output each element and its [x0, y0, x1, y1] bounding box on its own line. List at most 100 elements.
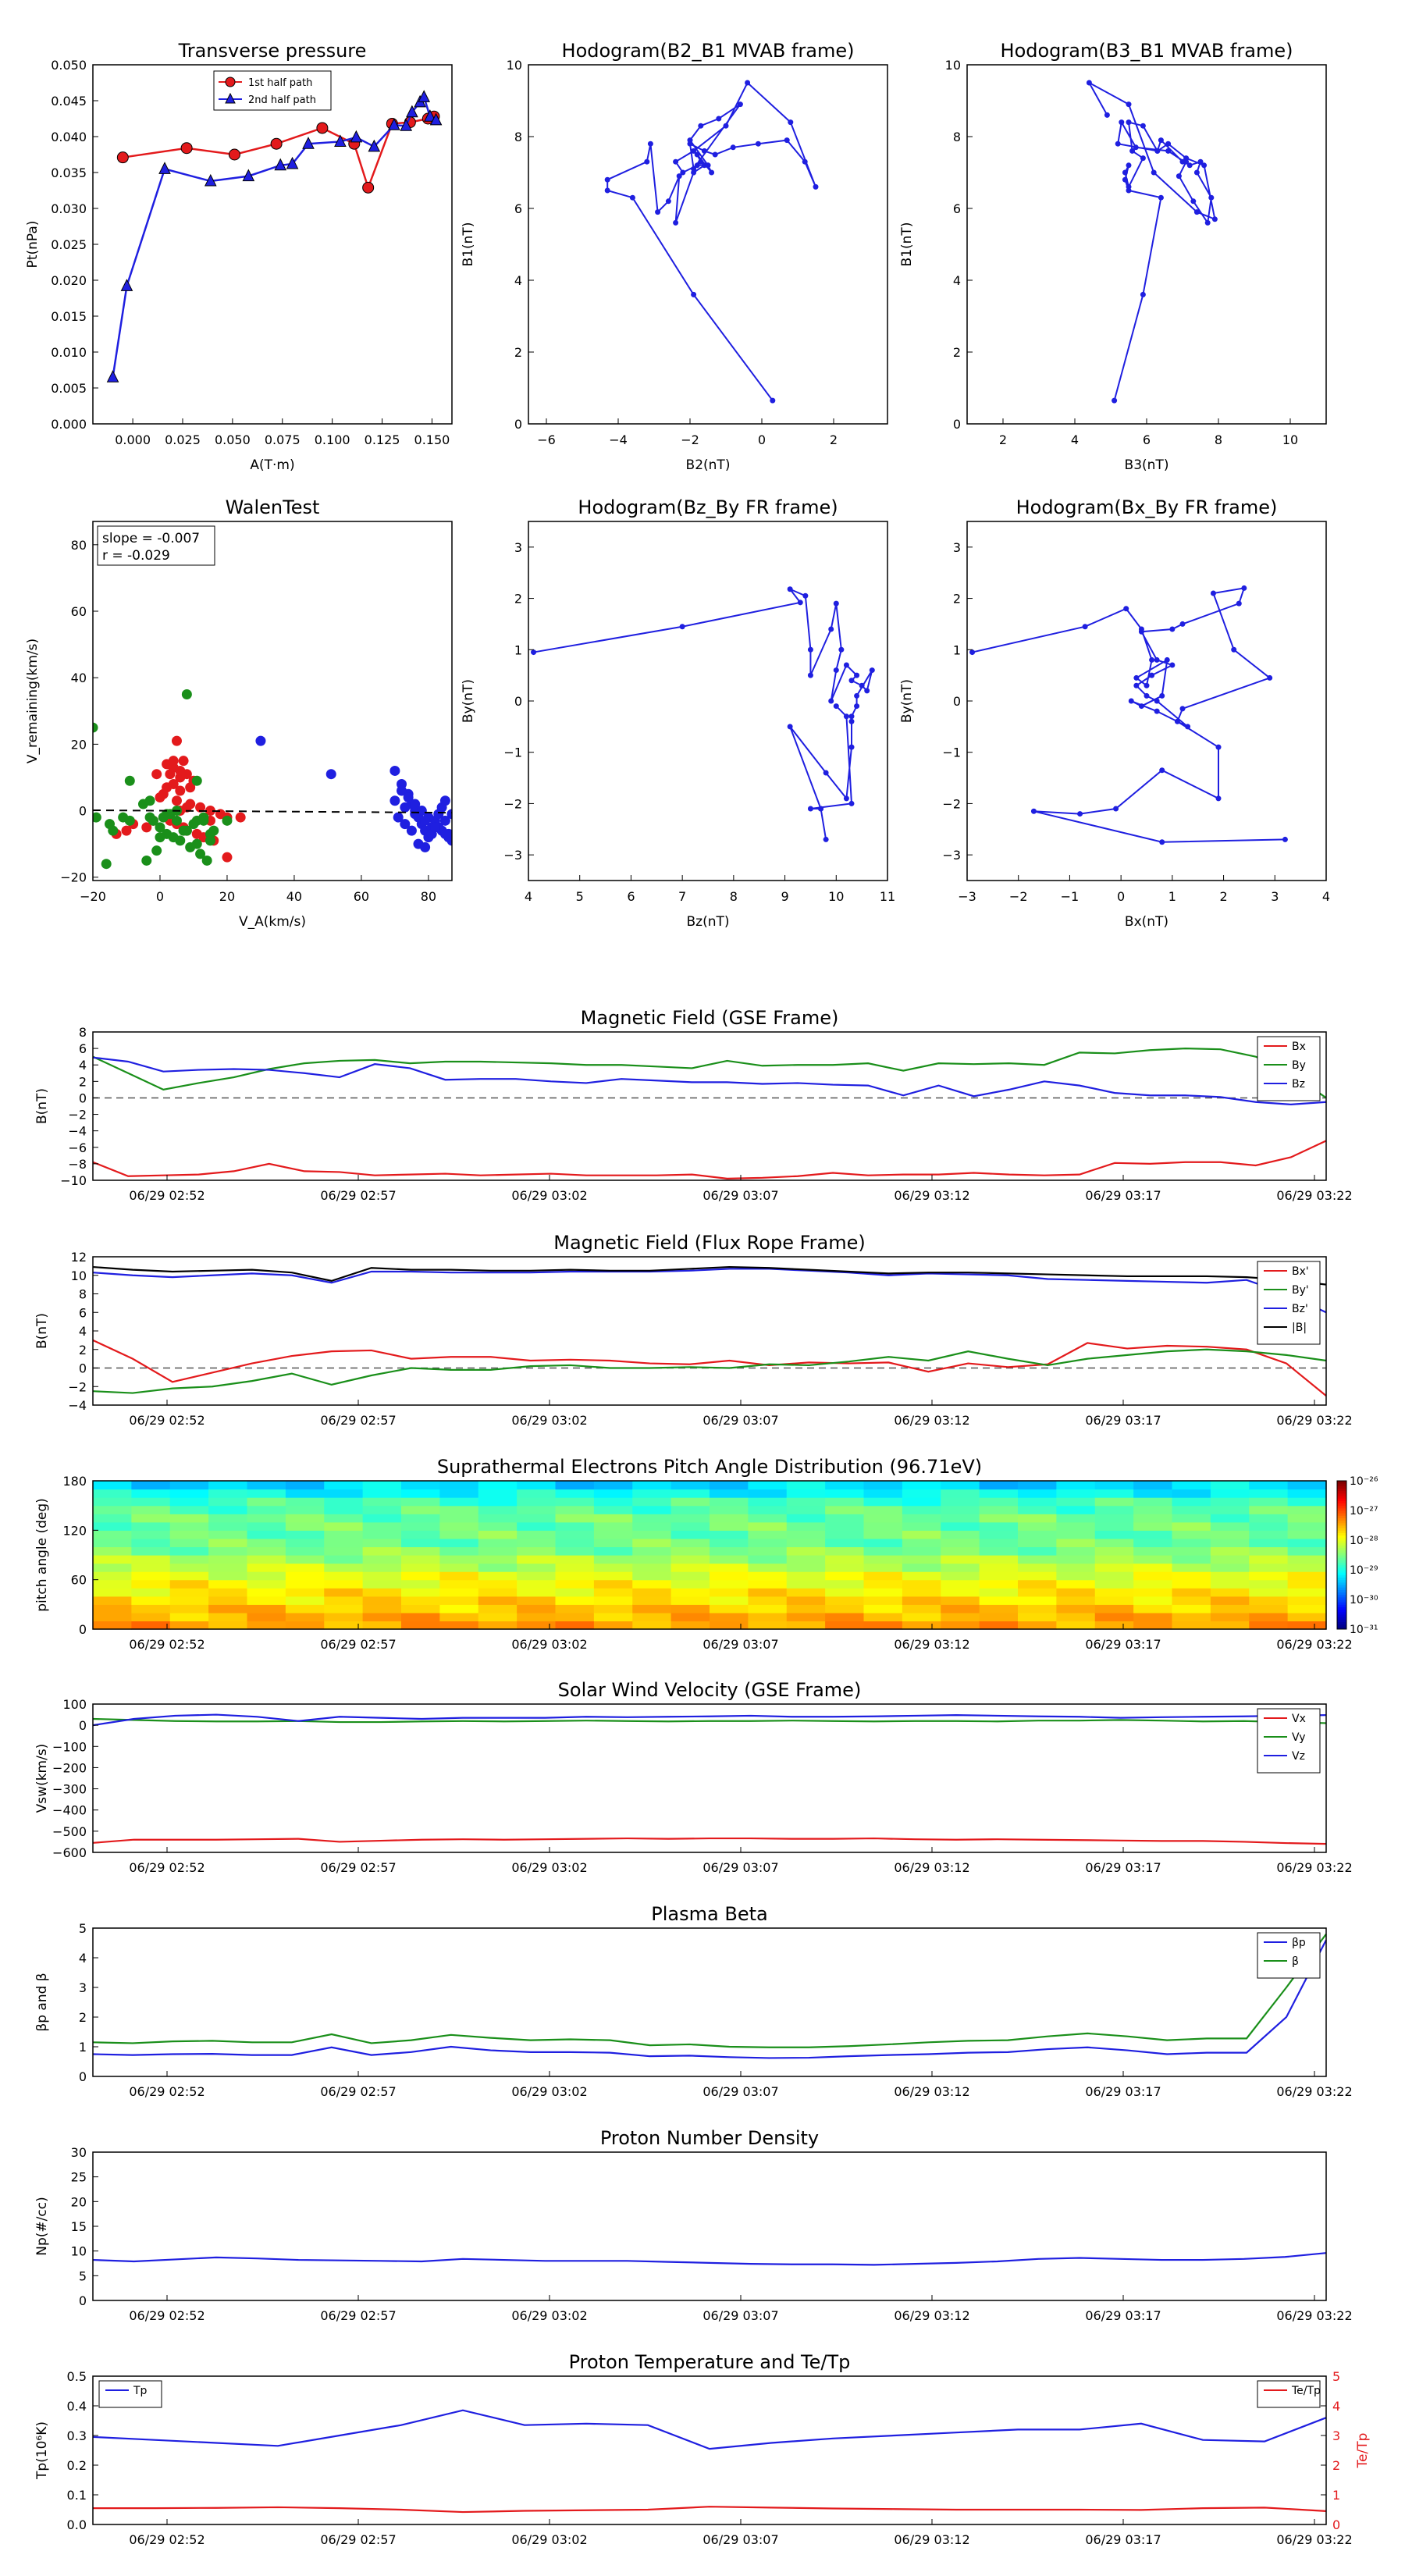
y-tick-label: −4 [68, 1398, 87, 1413]
heatmap-cell [93, 1530, 132, 1539]
y-tick-label: 6 [79, 1305, 87, 1320]
heatmap-cell [902, 1579, 941, 1589]
heatmap-cell [1018, 1530, 1057, 1539]
heatmap-cell [401, 1555, 440, 1564]
colorbar-cell [1337, 1577, 1346, 1581]
y-tick-label: 0.000 [51, 417, 87, 432]
heatmap-cell [1056, 1612, 1096, 1622]
y-tick-label-right: 0 [1332, 2517, 1340, 2532]
heatmap-cell [1210, 1621, 1250, 1630]
heatmap-cell [401, 1497, 440, 1507]
x-tick-label: 06/29 03:12 [894, 1637, 969, 1652]
heatmap-cell [979, 1563, 1019, 1572]
heatmap-cell [786, 1604, 826, 1614]
y-tick-label: 2 [953, 345, 961, 360]
y-tick-label: 8 [514, 130, 522, 144]
y-tick-label: 5 [79, 1921, 87, 1936]
heatmap-cell [1018, 1612, 1057, 1622]
heatmap-cell [902, 1596, 941, 1605]
heatmap-cell [1249, 1596, 1289, 1605]
y-axis-label: B1(nT) [461, 222, 476, 267]
colorbar-cell [1337, 1530, 1346, 1533]
heatmap-cell [1133, 1588, 1173, 1597]
chart-title: Proton Number Density [600, 2127, 819, 2149]
data-point [843, 662, 849, 668]
heatmap-cell [131, 1514, 171, 1523]
x-tick-label: 06/29 03:22 [1276, 2532, 1352, 2547]
heatmap-cell [748, 1555, 788, 1564]
colorbar-cell [1337, 1525, 1346, 1528]
y-tick-label: 6 [79, 1041, 87, 1056]
heatmap-cell [670, 1489, 710, 1498]
x-tick-label: −1 [1061, 889, 1080, 904]
heatmap-cell [593, 1612, 633, 1622]
x-tick-label: 06/29 03:07 [702, 1413, 778, 1428]
heatmap-cell [555, 1555, 595, 1564]
heatmap-cell [1210, 1588, 1250, 1597]
heatmap-cell [285, 1579, 325, 1589]
heatmap-cell [1210, 1481, 1250, 1490]
heatmap-cell [439, 1538, 479, 1548]
x-tick-label: 06/29 03:17 [1085, 2084, 1161, 2099]
y-tick-label: 2 [514, 592, 522, 607]
x-tick-label: 10 [1282, 432, 1298, 447]
heatmap-cell [748, 1596, 788, 1605]
y-tick-label: −100 [52, 1739, 87, 1754]
heatmap-cell [439, 1604, 479, 1614]
y-tick-label: 10 [71, 1268, 87, 1283]
heatmap-cell [478, 1579, 518, 1589]
heatmap-cell [208, 1505, 248, 1514]
heatmap-cell [1133, 1596, 1173, 1605]
heatmap-cell [1172, 1621, 1211, 1630]
heatmap-cell [825, 1505, 865, 1514]
heatmap-cell [247, 1505, 286, 1514]
heatmap-cell [710, 1514, 749, 1523]
plot-frame [528, 64, 888, 425]
x-tick-label: 06/29 03:02 [511, 1860, 587, 1875]
heatmap-cell [208, 1481, 248, 1490]
data-point [270, 137, 283, 150]
heatmap-cell [247, 1596, 286, 1605]
data-point [1154, 708, 1160, 714]
heatmap-cell [863, 1514, 903, 1523]
y-axis-label: By(nT) [461, 679, 476, 723]
data-point [1133, 144, 1139, 151]
y-tick-label: 1 [953, 642, 961, 657]
x-tick-label: 06/29 03:12 [894, 1860, 969, 1875]
x-tick-label: 1 [1168, 889, 1176, 904]
data-point [1140, 291, 1146, 297]
data-point [1193, 209, 1200, 215]
y-tick-label: 4 [79, 1324, 87, 1339]
y-tick-label: −200 [52, 1760, 87, 1775]
data-point [1164, 656, 1170, 663]
heatmap-cell [478, 1612, 518, 1622]
chart-solar-wind-velocity: Solar Wind Velocity (GSE Frame) Vsw(km/s)… [34, 1679, 1353, 1875]
heatmap-cell [979, 1538, 1019, 1548]
heatmap-cell [169, 1546, 209, 1556]
heatmap-cell [979, 1596, 1019, 1605]
colorbar-cell [1337, 1574, 1346, 1578]
data-point [1030, 808, 1037, 814]
data-point [698, 123, 704, 129]
heatmap-cell [786, 1621, 826, 1630]
heatmap-cell [902, 1621, 941, 1630]
heatmap-cell [902, 1588, 941, 1597]
heatmap-cell [786, 1489, 826, 1498]
y-tick-label: 25 [71, 2170, 87, 2185]
heatmap-cell [555, 1530, 595, 1539]
heatmap-cell [1018, 1521, 1057, 1531]
heatmap-cell [902, 1563, 941, 1572]
data-point [687, 141, 693, 147]
data-point [828, 698, 834, 704]
data-point [1154, 656, 1160, 663]
heatmap-cell [208, 1514, 248, 1523]
colorbar-cell [1337, 1496, 1346, 1499]
heatmap-cell [555, 1588, 595, 1597]
heatmap-cell [93, 1604, 132, 1614]
x-tick-label: 5 [576, 889, 584, 904]
colorbar-cell [1337, 1621, 1346, 1625]
heatmap-cell [786, 1538, 826, 1548]
heatmap-cell [1172, 1497, 1211, 1507]
heatmap-cell [478, 1481, 518, 1490]
heatmap-cell [825, 1579, 865, 1589]
